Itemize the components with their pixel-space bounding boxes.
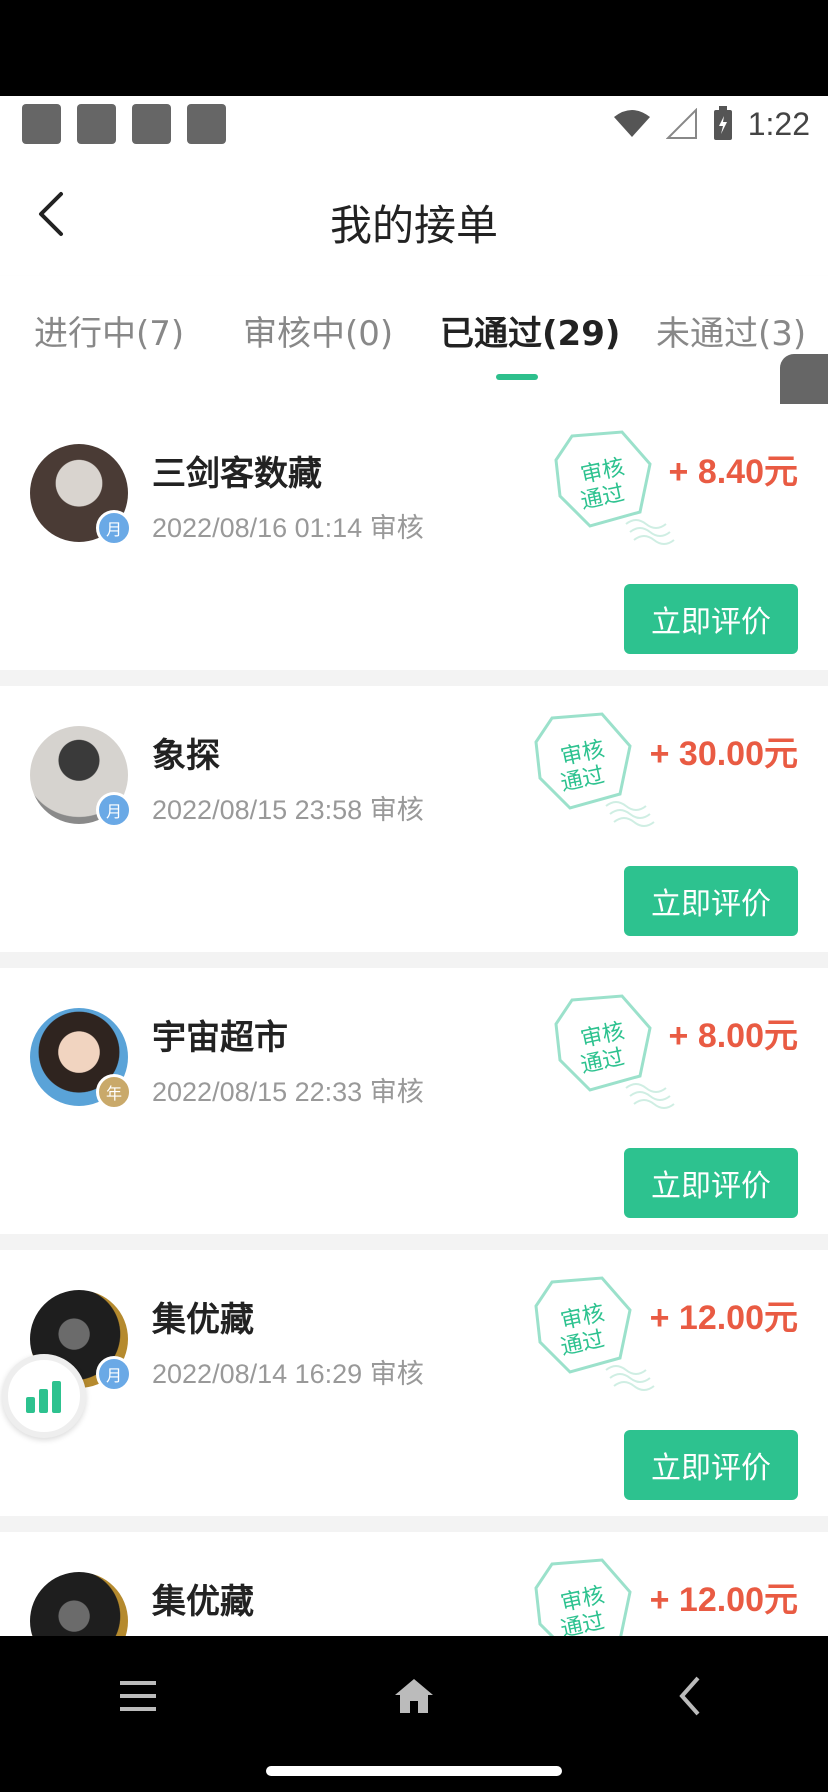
review-time: 2022/08/16 01:14 审核 bbox=[152, 513, 424, 543]
approved-stamp-icon: 审核 通过 bbox=[534, 1276, 655, 1391]
status-bar: 1:22 bbox=[0, 96, 828, 156]
reward-amount: + 8.00元 bbox=[668, 1017, 798, 1055]
page-title: 我的接单 bbox=[329, 201, 498, 250]
tab-under-review[interactable]: 审核中(0) bbox=[243, 306, 393, 355]
review-time: 2022/08/15 22:33 审核 bbox=[152, 1077, 424, 1107]
status-icons: 1:22 bbox=[612, 104, 810, 144]
cell-signal-icon bbox=[665, 108, 697, 139]
merchant-name: 集优藏 bbox=[152, 1582, 254, 1622]
back-icon bbox=[679, 1676, 700, 1716]
notification-icon bbox=[22, 104, 61, 144]
reward-amount: + 30.00元 bbox=[649, 735, 798, 773]
order-card[interactable]: 集优藏 审核 通过 + 12.00元 bbox=[0, 1532, 828, 1636]
camera-cutout-area bbox=[0, 0, 828, 96]
order-card[interactable]: 月 三剑客数藏 2022/08/16 01:14 审核 审核 通过 + 8.40… bbox=[0, 404, 828, 670]
reward-amount: + 8.40元 bbox=[668, 453, 798, 491]
app-screen: 1:22 我的接单 进行中(7) 审核中(0) 已通过(29) 未通过(3) 月… bbox=[0, 96, 828, 1636]
review-time: 2022/08/14 16:29 审核 bbox=[152, 1359, 424, 1389]
merchant-name: 集优藏 bbox=[152, 1300, 254, 1340]
approved-stamp-icon: 审核 通过 bbox=[554, 994, 675, 1109]
wifi-icon bbox=[613, 110, 650, 137]
avatar bbox=[30, 1572, 128, 1636]
member-badge: 月 bbox=[96, 1356, 132, 1392]
reward-amount: + 12.00元 bbox=[649, 1581, 798, 1619]
tab-bar: 进行中(7) 审核中(0) 已通过(29) 未通过(3) bbox=[0, 276, 828, 404]
member-badge: 月 bbox=[96, 792, 132, 828]
notification-icon bbox=[132, 104, 171, 144]
rate-now-button[interactable]: 立即评价 bbox=[624, 584, 798, 654]
tab-rejected[interactable]: 未通过(3) bbox=[656, 306, 806, 355]
rate-now-button[interactable]: 立即评价 bbox=[624, 1148, 798, 1218]
merchant-name: 三剑客数藏 bbox=[152, 454, 322, 494]
rate-now-button[interactable]: 立即评价 bbox=[624, 866, 798, 936]
home-button[interactable] bbox=[374, 1666, 454, 1726]
clock: 1:22 bbox=[747, 105, 810, 142]
approved-stamp-icon: 审核 通过 bbox=[554, 430, 675, 545]
menu-button[interactable] bbox=[98, 1666, 178, 1726]
merchant-name: 宇宙超市 bbox=[152, 1018, 288, 1058]
order-card[interactable]: 月 象探 2022/08/15 23:58 审核 审核 通过 + 30.00元 … bbox=[0, 686, 828, 952]
back-button[interactable] bbox=[650, 1666, 730, 1726]
notification-icon bbox=[77, 104, 116, 144]
approved-stamp-icon: 审核 通过 bbox=[534, 712, 655, 827]
order-card[interactable]: 年 宇宙超市 2022/08/15 22:33 审核 审核 通过 + 8.00元… bbox=[0, 968, 828, 1234]
reward-amount: + 12.00元 bbox=[649, 1299, 798, 1337]
order-card[interactable]: 月 集优藏 2022/08/14 16:29 审核 审核 通过 + 12.00元… bbox=[0, 1250, 828, 1516]
header: 我的接单 bbox=[0, 156, 828, 276]
member-badge: 年 bbox=[96, 1074, 132, 1110]
active-tab-indicator bbox=[496, 374, 538, 380]
battery-icon bbox=[713, 106, 732, 140]
rate-now-button[interactable]: 立即评价 bbox=[624, 1430, 798, 1500]
member-badge: 月 bbox=[96, 510, 132, 546]
approved-stamp-icon: 审核 通过 bbox=[534, 1558, 632, 1636]
home-icon bbox=[395, 1679, 433, 1713]
tab-in-progress[interactable]: 进行中(7) bbox=[34, 306, 184, 355]
floating-stats-button[interactable] bbox=[2, 1354, 86, 1438]
menu-icon bbox=[120, 1681, 156, 1711]
system-nav-bar bbox=[0, 1636, 828, 1792]
notification-icon bbox=[187, 104, 226, 144]
merchant-name: 象探 bbox=[152, 736, 220, 776]
review-time: 2022/08/15 23:58 审核 bbox=[152, 795, 424, 825]
home-indicator[interactable] bbox=[266, 1766, 562, 1776]
bar-chart-icon bbox=[26, 1381, 61, 1413]
tab-approved[interactable]: 已通过(29) bbox=[440, 306, 620, 355]
